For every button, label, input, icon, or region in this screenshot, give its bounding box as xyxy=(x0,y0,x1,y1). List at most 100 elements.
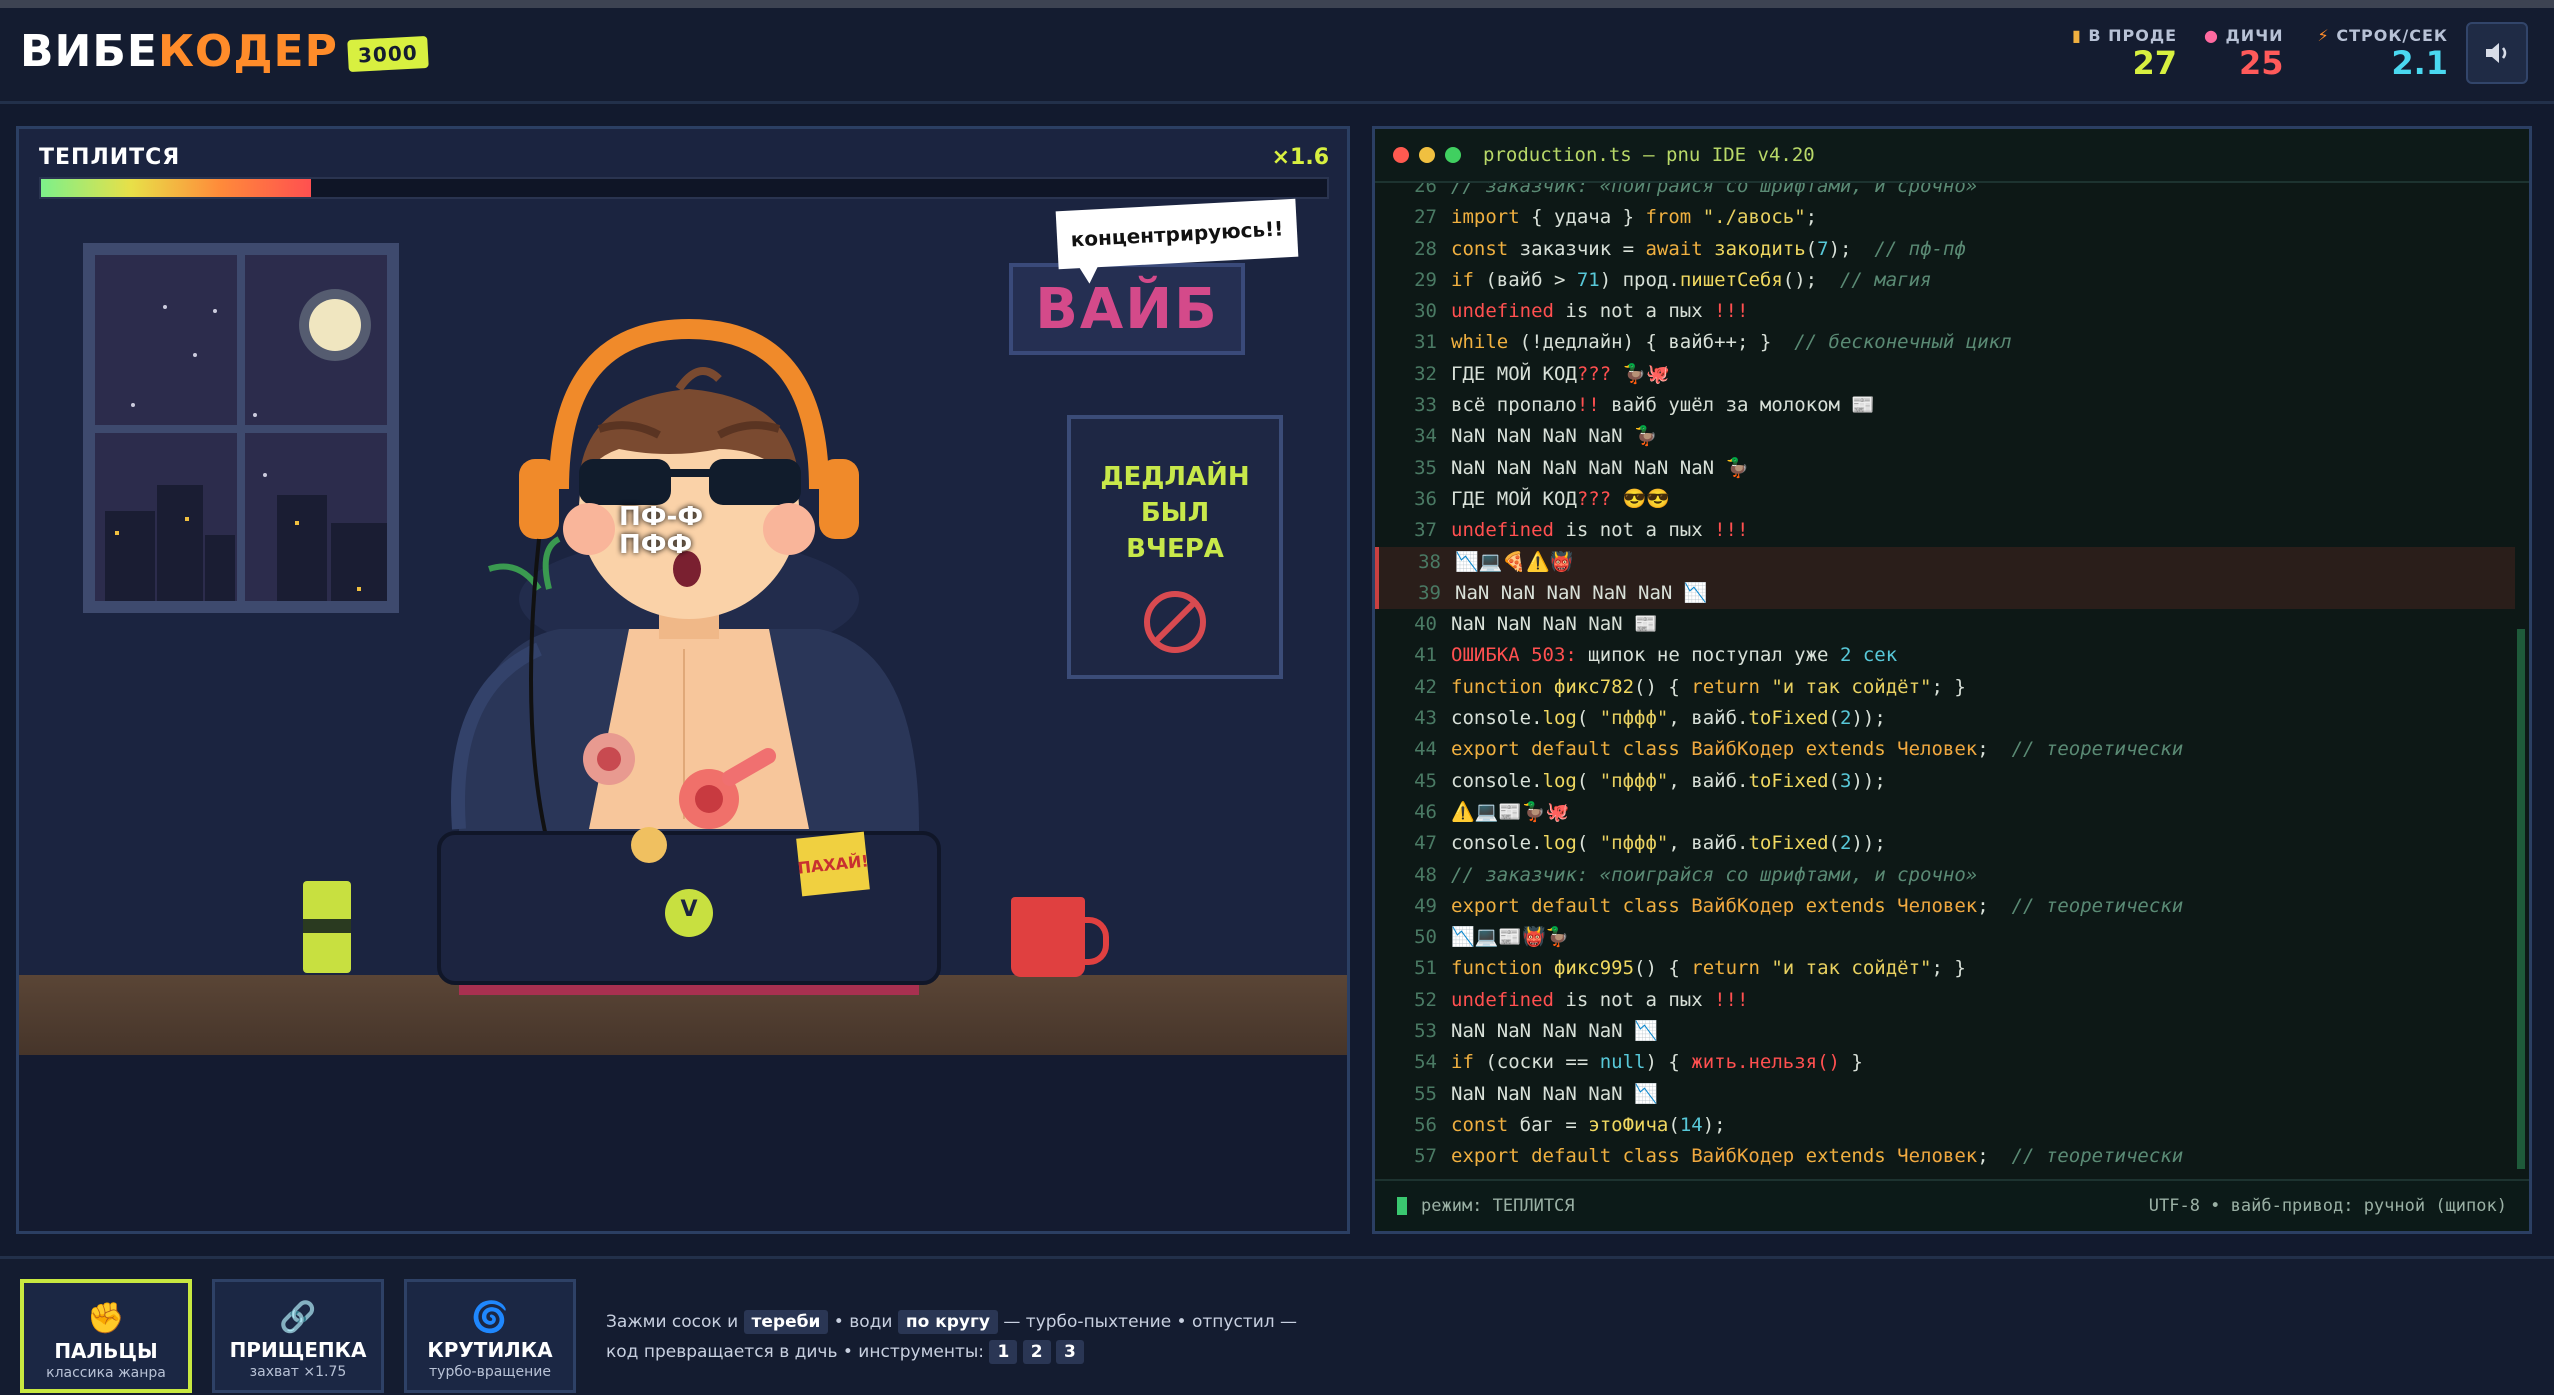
line-number: 32 xyxy=(1414,362,1437,385)
line-number: 29 xyxy=(1414,268,1437,291)
puff-line-1: ПФ-Ф xyxy=(619,502,704,532)
tool-name: ПРИЩЕПКА xyxy=(229,1338,367,1362)
code-line: 33 всё пропало!! вайб ушёл за молоком 📰 xyxy=(1375,390,2515,421)
code-editor: production.ts — pnu IDE v4.20 26 // заказ… xyxy=(1372,126,2532,1234)
line-number: 46 xyxy=(1414,800,1437,823)
key-hint-circle: по кругу xyxy=(897,1310,998,1334)
line-content: console.log( "пффф", вайб.toFixed(2)); xyxy=(1451,832,1886,855)
line-number: 33 xyxy=(1414,394,1437,417)
line-content: ГДЕ МОЙ КОД??? 🦆🐙 xyxy=(1451,362,1670,385)
key-2[interactable]: 2 xyxy=(1022,1340,1051,1364)
stat-label: СТРОК/СЕК xyxy=(2336,26,2448,45)
line-content: if (вайб > 71) прод.пишетСебя(); // маги… xyxy=(1451,268,1932,291)
code-line: 55 NaN NaN NaN NaN 📉 xyxy=(1375,1079,2515,1110)
line-content: export default class ВайбКодер extends Ч… xyxy=(1451,738,2184,761)
bolt-icon: ⚡ xyxy=(2317,26,2330,45)
line-content: undefined is not a пых !!! xyxy=(1451,988,1749,1011)
controls-hint: Зажми сосок и тереби • води по кругу — т… xyxy=(606,1310,1298,1364)
key-hint-rub: тереби xyxy=(743,1310,829,1334)
line-content: 📉💻📰👹🦆 xyxy=(1451,926,1570,949)
line-number: 37 xyxy=(1414,519,1437,542)
line-content: undefined is not a пых !!! xyxy=(1451,519,1749,542)
game-scene[interactable]: ТЕПЛИТСЯ ×1.6 ВАЙБ концентрируюсь!! ДЕДЛ… xyxy=(16,126,1350,1234)
code-line: 42 function фикс782() { return "и так сой… xyxy=(1375,672,2515,703)
line-number: 26 xyxy=(1414,183,1437,197)
line-number: 44 xyxy=(1414,738,1437,761)
coder-character xyxy=(437,318,941,995)
line-number: 30 xyxy=(1414,300,1437,323)
code-line: 50 📉💻📰👹🦆 xyxy=(1375,922,2515,953)
line-content: ОШИБКА 503: щипок не поступал уже 2 сек xyxy=(1451,644,1898,667)
tool-name: КРУТИЛКА xyxy=(427,1338,553,1362)
code-line: 49 export default class ВайбКодер extends… xyxy=(1375,891,2515,922)
sound-toggle-button[interactable] xyxy=(2466,22,2528,84)
line-number: 48 xyxy=(1414,863,1437,886)
line-number: 28 xyxy=(1414,237,1437,260)
spiral-icon: 🌀 xyxy=(471,1300,509,1335)
minimize-dot-icon[interactable] xyxy=(1419,147,1435,163)
line-content: if (соски == null) { жить.нельзя() } xyxy=(1451,1051,1863,1074)
stat-wild: ● ДИЧИ 25 xyxy=(2204,26,2284,81)
code-line: 56 const баг = этоФича(14); xyxy=(1375,1110,2515,1141)
coffee-mug xyxy=(1011,897,1109,977)
line-number: 47 xyxy=(1414,832,1437,855)
line-content: 📉💻🍕⚠️👹 xyxy=(1455,550,1574,573)
editor-title: production.ts — pnu IDE v4.20 xyxy=(1483,144,1815,166)
code-line: 47 console.log( "пффф", вайб.toFixed(2)); xyxy=(1375,828,2515,859)
line-number: 39 xyxy=(1418,581,1441,604)
maximize-dot-icon[interactable] xyxy=(1445,147,1461,163)
close-dot-icon[interactable] xyxy=(1393,147,1409,163)
line-number: 31 xyxy=(1414,331,1437,354)
line-content: console.log( "пффф", вайб.toFixed(3)); xyxy=(1451,769,1886,792)
line-number: 41 xyxy=(1414,644,1437,667)
tool-fingers-button[interactable]: ✊ ПАЛЬЦЫ классика жанра xyxy=(20,1279,192,1393)
laptop-logo: V xyxy=(680,897,698,922)
line-number: 40 xyxy=(1414,613,1437,636)
devil-icon: ● xyxy=(2204,26,2219,45)
line-number: 53 xyxy=(1414,1020,1437,1043)
stat-in-prod: ▮ В ПРОДЕ 27 xyxy=(2072,26,2177,81)
logo-part-2: КОДЕР xyxy=(157,26,338,77)
code-line: 45 console.log( "пффф", вайб.toFixed(3)); xyxy=(1375,766,2515,797)
line-number: 35 xyxy=(1414,456,1437,479)
key-1[interactable]: 1 xyxy=(989,1340,1018,1364)
line-content: // заказчик: «поиграйся со шрифтами, и с… xyxy=(1451,183,1978,197)
logo-version-badge: 3000 xyxy=(347,35,429,73)
line-number: 34 xyxy=(1414,425,1437,448)
line-content: export default class ВайбКодер extends Ч… xyxy=(1451,894,2184,917)
editor-scrollbar[interactable] xyxy=(2517,629,2525,1169)
tool-spinner-button[interactable]: 🌀 КРУТИЛКА турбо-вращение xyxy=(404,1279,576,1393)
editor-title-bar: production.ts — pnu IDE v4.20 xyxy=(1375,129,2529,183)
code-line: 41 ОШИБКА 503: щипок не поступал уже 2 се… xyxy=(1375,640,2515,671)
code-line: 43 console.log( "пффф", вайб.toFixed(2)); xyxy=(1375,703,2515,734)
logo: ВИБЕКОДЕР 3000 xyxy=(20,26,429,77)
status-encoding: UTF-8 • вайб-привод: ручной (щипок) xyxy=(2148,1196,2507,1216)
top-border xyxy=(0,0,2554,8)
line-number: 51 xyxy=(1414,957,1437,980)
speaker-icon xyxy=(2486,43,2507,63)
line-content: export default class ВайбКодер extends Ч… xyxy=(1451,1145,2184,1168)
code-line: 34 NaN NaN NaN NaN 🦆 xyxy=(1375,421,2515,452)
stat-label: ДИЧИ xyxy=(2225,26,2284,45)
code-line: 46 ⚠️💻📰🦆🐙 xyxy=(1375,797,2515,828)
code-area[interactable]: 26 // заказчик: «поиграйся со шрифтами, и… xyxy=(1375,183,2515,1183)
line-number: 38 xyxy=(1418,550,1441,573)
line-content: NaN NaN NaN NaN 📉 xyxy=(1451,1020,1658,1043)
stat-value: 25 xyxy=(2238,44,2284,82)
line-number: 43 xyxy=(1414,707,1437,730)
code-line: 38 📉💻🍕⚠️👹 xyxy=(1375,546,2515,578)
key-3[interactable]: 3 xyxy=(1055,1340,1084,1364)
stat-label: В ПРОДЕ xyxy=(2088,26,2178,45)
line-content: const баг = этоФича(14); xyxy=(1451,1113,1726,1136)
scroll-icon: ▮ xyxy=(2072,26,2082,45)
fist-icon: ✊ xyxy=(87,1301,125,1336)
tool-subtitle: захват ×1.75 xyxy=(249,1364,347,1380)
code-line: 52 undefined is not a пых !!! xyxy=(1375,985,2515,1016)
tool-clip-button[interactable]: 🔗 ПРИЩЕПКА захват ×1.75 xyxy=(212,1279,384,1393)
mode-indicator xyxy=(1397,1197,1407,1215)
code-line: 53 NaN NaN NaN NaN 📉 xyxy=(1375,1016,2515,1047)
code-line: 51 function фикс995() { return "и так сой… xyxy=(1375,953,2515,984)
line-number: 54 xyxy=(1414,1051,1437,1074)
line-number: 27 xyxy=(1414,206,1437,229)
code-line: 48 // заказчик: «поиграйся со шрифтами, и… xyxy=(1375,860,2515,891)
